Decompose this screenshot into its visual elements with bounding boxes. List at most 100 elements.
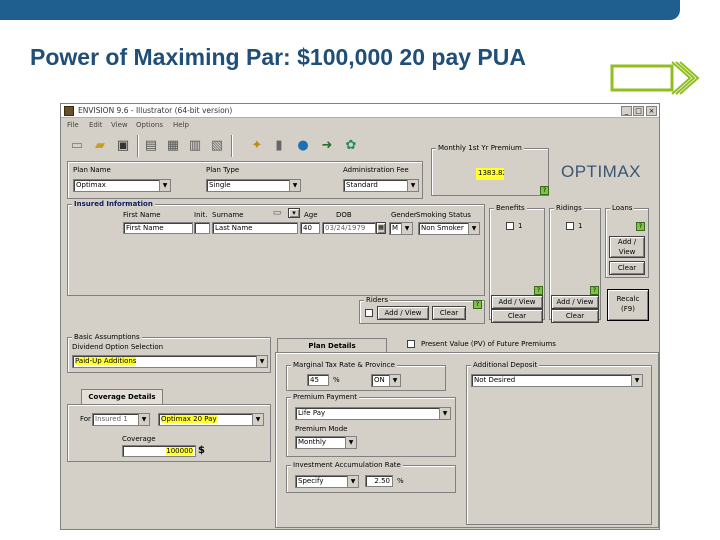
plan-type-select[interactable]: Single ▼ bbox=[206, 179, 301, 192]
premium-mode-label: Premium Mode bbox=[295, 425, 348, 433]
loans-label: Loans bbox=[610, 204, 635, 212]
menu-edit[interactable]: Edit bbox=[89, 121, 103, 129]
help-icon[interactable]: ? bbox=[473, 300, 482, 309]
iar-value: Specify bbox=[298, 477, 324, 485]
envision-window: ENVISION 9.6 - Illustrator (64-bit versi… bbox=[60, 103, 660, 530]
ridings-clear-button[interactable]: Clear bbox=[551, 309, 599, 323]
premium-mode-select[interactable]: Monthly ▼ bbox=[295, 436, 357, 449]
benefits-add-view-button[interactable]: Add / View bbox=[491, 295, 543, 309]
additional-deposit-group: Additional Deposit Not Desired ▼ bbox=[466, 361, 652, 525]
benefits-clear-button[interactable]: Clear bbox=[491, 309, 543, 323]
additional-deposit-label: Additional Deposit bbox=[471, 361, 540, 369]
province-select[interactable]: ON ▼ bbox=[371, 374, 401, 387]
coverage-plan-value: Optimax 20 Pay bbox=[161, 415, 217, 423]
tab-coverage-details[interactable]: Coverage Details bbox=[81, 389, 163, 405]
riders-label: Riders bbox=[364, 296, 391, 304]
smoking-select[interactable]: Non Smoker ▼ bbox=[418, 222, 480, 235]
contact-icon[interactable]: ▭ bbox=[270, 208, 284, 218]
open-icon[interactable]: ▰ bbox=[90, 135, 110, 155]
init-label: Init. bbox=[194, 211, 208, 219]
gender-value: M bbox=[392, 224, 399, 232]
chevron-down-icon: ▼ bbox=[389, 375, 400, 386]
help-icon[interactable]: ? bbox=[540, 186, 549, 195]
riders-checkbox[interactable] bbox=[365, 309, 373, 317]
coverage-for-label: For bbox=[80, 415, 91, 423]
age-label: Age bbox=[304, 211, 318, 219]
insured-value: Insured 1 bbox=[95, 415, 128, 423]
premium-payment-value: Life Pay bbox=[298, 409, 326, 417]
settings-icon[interactable]: ✿ bbox=[341, 135, 361, 155]
lookup-button[interactable]: ▾ bbox=[288, 208, 300, 218]
dividend-select[interactable]: Paid-Up Additions ▼ bbox=[72, 355, 268, 368]
premium-payment-select[interactable]: Life Pay ▼ bbox=[295, 407, 451, 420]
additional-deposit-select[interactable]: Not Desired ▼ bbox=[471, 374, 643, 387]
wand-icon[interactable]: ✦ bbox=[247, 135, 267, 155]
plan-name-select[interactable]: Optimax ▼ bbox=[73, 179, 171, 192]
close-button[interactable]: × bbox=[646, 106, 657, 116]
chevron-down-icon: ▼ bbox=[138, 414, 149, 425]
chevron-down-icon: ▼ bbox=[401, 223, 412, 234]
pv-label: Present Value (PV) of Future Premiums bbox=[421, 340, 556, 348]
iar-select[interactable]: Specify ▼ bbox=[295, 475, 359, 488]
minimize-button[interactable]: _ bbox=[621, 106, 632, 116]
riders-add-view-button[interactable]: Add / View bbox=[377, 306, 429, 320]
help-icon[interactable]: ? bbox=[534, 286, 543, 295]
menu-file[interactable]: File bbox=[67, 121, 79, 129]
ridings-add-view-button[interactable]: Add / View bbox=[551, 295, 599, 309]
basic-assumptions-group: Basic Assumptions Dividend Option Select… bbox=[67, 333, 271, 373]
loans-add-view-button[interactable]: Add / View bbox=[609, 236, 645, 258]
tab-plan-details[interactable]: Plan Details bbox=[277, 338, 387, 353]
benefits-checkbox[interactable] bbox=[506, 222, 514, 230]
coverage-plan-select[interactable]: Optimax 20 Pay ▼ bbox=[158, 413, 264, 426]
loans-clear-button[interactable]: Clear bbox=[609, 261, 645, 275]
pv-checkbox[interactable] bbox=[407, 340, 415, 348]
gender-select[interactable]: M ▼ bbox=[389, 222, 413, 235]
mtr-label: Marginal Tax Rate & Province bbox=[291, 361, 397, 369]
surname-input[interactable]: Last Name bbox=[212, 222, 298, 234]
insured-label: Insured Information bbox=[72, 200, 155, 208]
page-icon[interactable]: ▤ bbox=[141, 135, 161, 155]
coverage-panel: For Insured 1 ▼ Optimax 20 Pay ▼ Coverag… bbox=[67, 404, 271, 462]
save-icon[interactable]: ▣ bbox=[113, 135, 133, 155]
chevron-down-icon: ▼ bbox=[256, 356, 267, 367]
lock-icon[interactable]: ▮ bbox=[269, 135, 289, 155]
age-input[interactable]: 40 bbox=[300, 222, 320, 234]
plan-name-label: Plan Name bbox=[73, 166, 111, 174]
mtr-input[interactable]: 45 bbox=[307, 374, 329, 386]
riders-clear-button[interactable]: Clear bbox=[432, 306, 466, 320]
chevron-down-icon: ▼ bbox=[407, 180, 418, 191]
chevron-down-icon: ▼ bbox=[347, 476, 358, 487]
globe-icon[interactable]: ● bbox=[293, 135, 313, 155]
iar-unit: % bbox=[397, 477, 404, 485]
help-icon[interactable]: ? bbox=[636, 222, 645, 231]
iar-group: Investment Accumulation Rate Specify ▼ 2… bbox=[286, 461, 456, 493]
basic-assumptions-label: Basic Assumptions bbox=[72, 333, 142, 341]
optimax-logo: OPTIMAX bbox=[561, 162, 642, 181]
iar-rate-input[interactable]: 2.50 bbox=[365, 475, 393, 487]
coverage-input[interactable]: 100000 bbox=[122, 445, 196, 457]
maximize-button[interactable]: □ bbox=[633, 106, 644, 116]
loans-group: Loans ? Add / View Clear bbox=[605, 204, 649, 278]
menu-view[interactable]: View bbox=[111, 121, 128, 129]
next-arrow-icon[interactable] bbox=[610, 58, 702, 98]
menu-help[interactable]: Help bbox=[173, 121, 189, 129]
exit-icon[interactable]: ➜ bbox=[317, 135, 337, 155]
first-name-input[interactable]: First Name bbox=[123, 222, 193, 234]
help-icon[interactable]: ? bbox=[590, 286, 599, 295]
menu-options[interactable]: Options bbox=[136, 121, 163, 129]
admin-fee-label: Administration Fee bbox=[343, 166, 409, 174]
chevron-down-icon: ▼ bbox=[289, 180, 300, 191]
calendar-icon[interactable]: ▦ bbox=[376, 222, 386, 234]
report-icon[interactable]: ▦ bbox=[163, 135, 183, 155]
init-input[interactable] bbox=[194, 222, 210, 234]
new-icon[interactable]: ▭ bbox=[67, 135, 87, 155]
admin-fee-select[interactable]: Standard ▼ bbox=[343, 179, 419, 192]
insured-select[interactable]: Insured 1 ▼ bbox=[92, 413, 150, 426]
ridings-checkbox[interactable] bbox=[566, 222, 574, 230]
recalc-button[interactable]: Recalc (F9) bbox=[607, 289, 649, 321]
folder-icon[interactable]: ▧ bbox=[207, 135, 227, 155]
benefits-label: Benefits bbox=[494, 204, 527, 212]
dob-input[interactable]: 03/24/1979 bbox=[322, 222, 376, 234]
plan-type-value: Single bbox=[209, 181, 231, 189]
print-icon[interactable]: ▥ bbox=[185, 135, 205, 155]
